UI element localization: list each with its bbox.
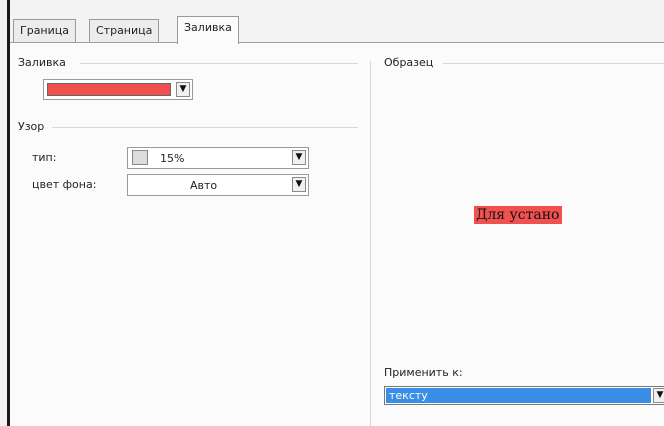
fill-group-line (80, 63, 358, 64)
fill-tab-panel: Заливка ▼ Узор тип: 15% ▼ цвет фона: Авт… (10, 43, 664, 426)
tab-page-label: Страница (96, 24, 153, 37)
apply-to-dropdown-arrow[interactable]: ▼ (653, 388, 664, 403)
chevron-down-icon: ▼ (295, 152, 303, 162)
pattern-group-line (52, 127, 358, 128)
bg-color-dropdown[interactable]: Авто ▼ (127, 174, 309, 196)
tab-border-label: Граница (20, 24, 70, 37)
apply-to-dropdown[interactable]: тексту ▼ (384, 386, 664, 405)
pattern-type-value: 15% (160, 152, 185, 165)
chevron-down-icon: ▼ (179, 84, 187, 94)
bg-color-dropdown-arrow[interactable]: ▼ (292, 177, 306, 192)
pattern-type-dropdown[interactable]: 15% ▼ (127, 147, 309, 169)
bg-color-value: Авто (190, 179, 218, 192)
bg-color-label: цвет фона: (32, 178, 97, 191)
pattern-group-title: Узор (18, 120, 49, 133)
preview-section: Образец Для устано Применить к: тексту ▼ (371, 43, 664, 426)
fill-color-dropdown[interactable]: ▼ (43, 79, 193, 100)
chevron-down-icon: ▼ (656, 390, 664, 400)
fill-group-title: Заливка (18, 56, 70, 69)
tab-page[interactable]: Страница (89, 19, 160, 42)
tab-border[interactable]: Граница (13, 19, 77, 42)
preview-group-line (443, 63, 664, 64)
preview-group-title: Образец (384, 56, 438, 69)
tab-strip: Граница Страница Заливка (10, 0, 664, 44)
tab-fill-label: Заливка (184, 21, 232, 34)
chevron-down-icon: ▼ (295, 179, 303, 189)
fill-color-dropdown-arrow[interactable]: ▼ (176, 82, 190, 97)
preview-sample-text: Для устано (474, 206, 562, 224)
apply-to-value: тексту (386, 388, 651, 403)
pattern-type-dropdown-arrow[interactable]: ▼ (292, 150, 306, 165)
tab-fill[interactable]: Заливка (177, 16, 239, 44)
pattern-type-label: тип: (32, 151, 57, 164)
pattern-swatch (132, 150, 148, 165)
fill-color-swatch (47, 83, 171, 96)
apply-to-label: Применить к: (384, 366, 463, 379)
